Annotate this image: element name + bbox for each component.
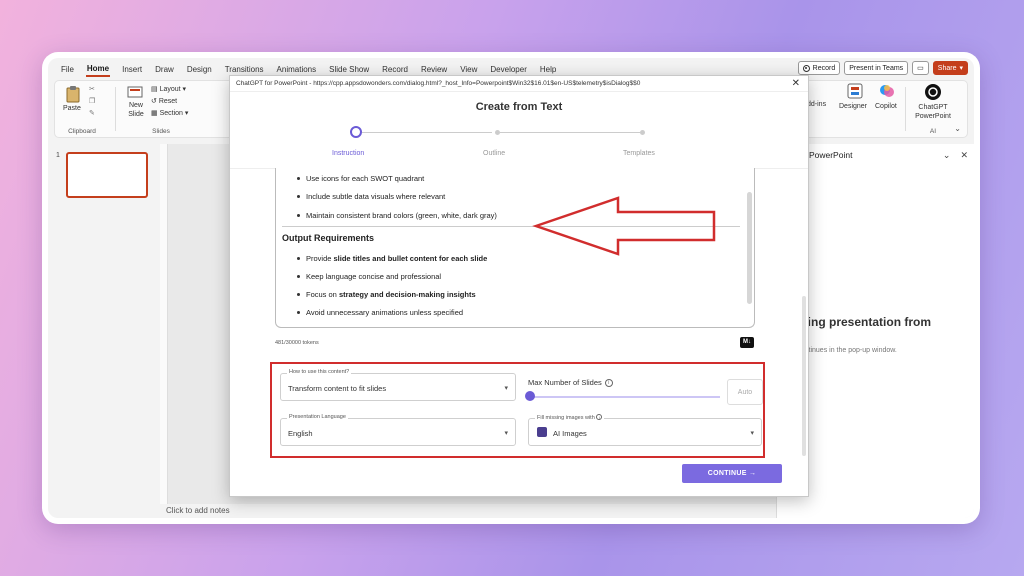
copy-icon[interactable]: ❐ — [89, 97, 95, 105]
step-outline-indicator[interactable] — [495, 130, 500, 135]
options-panel: How to use this content? Transform conte… — [270, 362, 765, 458]
format-painter-icon[interactable]: ✎ — [89, 109, 95, 117]
info-icon[interactable]: i — [604, 378, 613, 387]
menu-item-design[interactable]: Design — [186, 63, 213, 76]
list-item: Use icons for each SWOT quadrant — [296, 174, 425, 183]
present-in-teams-button[interactable]: Present in Teams — [844, 61, 909, 75]
annotation-arrow — [532, 196, 716, 256]
menu-item-home[interactable]: Home — [85, 62, 111, 77]
ai-label: AI — [929, 128, 937, 135]
menu-item-view[interactable]: View — [459, 63, 478, 76]
copilot-button[interactable]: Copilot — [875, 103, 897, 110]
chevron-down-icon[interactable]: ⌄ — [943, 150, 951, 161]
menu-item-slide-show[interactable]: Slide Show — [328, 63, 370, 76]
menu-item-help[interactable]: Help — [539, 63, 557, 76]
step-templates-label[interactable]: Templates — [623, 150, 655, 157]
step-outline-label[interactable]: Outline — [483, 150, 505, 157]
designer-icon[interactable] — [847, 83, 863, 99]
list-item: Avoid unnecessary animations unless spec… — [296, 308, 464, 317]
slide-number: 1 — [56, 152, 60, 159]
comment-icon: ▭ — [917, 65, 924, 72]
list-item: Focus on strategy and decision-making in… — [297, 290, 476, 299]
paste-button[interactable]: Paste — [63, 105, 81, 112]
clipboard-label: Clipboard — [68, 128, 96, 135]
app-frame: File Home Insert Draw Design Transitions Anima… — [42, 52, 980, 524]
chevron-down-icon: ▾ — [959, 65, 963, 72]
list-item: Provide slide titles and bullet content … — [296, 254, 488, 263]
chevron-down-icon: ▾ — [504, 430, 508, 437]
menu-item-developer[interactable]: Developer — [489, 63, 527, 76]
reset-button[interactable]: ↺ Reset — [151, 97, 177, 105]
dialog-title: Create from Text — [475, 101, 563, 113]
share-button[interactable]: Share ▾ — [932, 61, 968, 75]
menu-item-draw[interactable]: Draw — [154, 63, 175, 76]
addins-button[interactable]: dd-ins — [807, 101, 826, 108]
markdown-icon[interactable]: M↓ — [740, 337, 754, 348]
fill-images-select[interactable]: Fill missing images with i AI Images ▾ — [528, 414, 762, 446]
list-item: Keep language concise and professional — [296, 272, 442, 281]
close-icon[interactable]: ✕ — [960, 150, 968, 161]
presentation-language-select[interactable]: Presentation Language English ▾ — [280, 414, 516, 446]
step-templates-indicator[interactable] — [640, 130, 645, 135]
list-item: Include subtle data visuals where releva… — [296, 192, 446, 201]
close-icon[interactable]: ✕ — [792, 78, 800, 89]
powerpoint-window: File Home Insert Draw Design Transitions Anima… — [48, 58, 974, 518]
menu-item-animations[interactable]: Animations — [276, 63, 318, 76]
menu-item-record[interactable]: Record — [381, 63, 409, 76]
section-button[interactable]: ▦ Section ▾ — [151, 109, 188, 117]
continue-button[interactable]: CONTINUE → — [682, 464, 782, 483]
max-slides-label: Max Number of Slides i — [528, 378, 613, 387]
menu-item-insert[interactable]: Insert — [121, 63, 143, 76]
vertical-ruler — [160, 144, 168, 504]
info-icon[interactable]: i — [596, 414, 603, 420]
slide-thumbnails-panel: 1 — [48, 144, 158, 514]
new-slide-icon[interactable] — [127, 85, 143, 99]
list-item: Maintain consistent brand colors (green,… — [297, 211, 497, 220]
image-icon — [537, 427, 547, 437]
ai-group: ChatGPT PowerPoint AI — [907, 81, 959, 137]
clipboard-group: Paste ✂ ❐ ✎ Clipboard — [59, 81, 105, 137]
create-from-text-dialog: ChatGPT for PowerPoint - https://cpp.app… — [229, 75, 809, 497]
token-count: 481/30000 tokens — [275, 340, 319, 346]
dialog-scrollbar[interactable] — [802, 296, 806, 456]
collapse-ribbon-icon[interactable]: ⌄ — [954, 124, 961, 133]
copilot-icon[interactable] — [879, 83, 895, 99]
section-heading: Output Requirements — [282, 233, 375, 243]
cut-icon[interactable]: ✂ — [89, 85, 95, 93]
chatgpt-icon[interactable] — [924, 83, 942, 101]
how-to-use-select[interactable]: How to use this content? Transform conte… — [280, 369, 516, 401]
chevron-down-icon: ▾ — [504, 385, 508, 392]
menu-item-review[interactable]: Review — [420, 63, 448, 76]
step-instruction-indicator[interactable] — [350, 126, 362, 138]
dialog-titlebar: ChatGPT for PowerPoint - https://cpp.app… — [230, 76, 808, 92]
chatgpt-powerpoint-button[interactable]: ChatGPT PowerPoint — [911, 103, 955, 121]
editor-scrollbar[interactable] — [747, 192, 752, 304]
record-button[interactable]: Record — [797, 61, 841, 75]
paste-icon[interactable] — [65, 85, 81, 103]
designer-group: Designer — [837, 81, 871, 137]
menu-item-transitions[interactable]: Transitions — [224, 63, 265, 76]
slides-label: Slides — [152, 128, 170, 135]
stepper: Instruction Outline Templates — [332, 126, 672, 160]
copilot-group: Copilot — [871, 81, 905, 137]
new-slide-button[interactable]: New Slide — [125, 101, 147, 119]
max-slides-slider-handle[interactable] — [525, 391, 535, 401]
max-slides-slider-track[interactable] — [530, 396, 720, 398]
comments-button[interactable]: ▭ — [912, 61, 929, 75]
chevron-down-icon: ▾ — [750, 430, 754, 437]
slide-thumbnail[interactable] — [66, 152, 148, 198]
designer-button[interactable]: Designer — [839, 103, 867, 110]
max-slides-input[interactable]: Auto — [727, 379, 763, 405]
slides-group: New Slide ▤ Layout ▾ ↺ Reset ▦ Section ▾… — [121, 81, 201, 137]
step-instruction-label[interactable]: Instruction — [332, 150, 364, 157]
notes-placeholder[interactable]: Click to add notes — [160, 504, 776, 518]
layout-button[interactable]: ▤ Layout ▾ — [151, 85, 186, 93]
top-right-actions: Record Present in Teams ▭ Share ▾ — [797, 61, 968, 75]
record-icon — [802, 64, 810, 72]
menu-item-file[interactable]: File — [60, 63, 75, 76]
